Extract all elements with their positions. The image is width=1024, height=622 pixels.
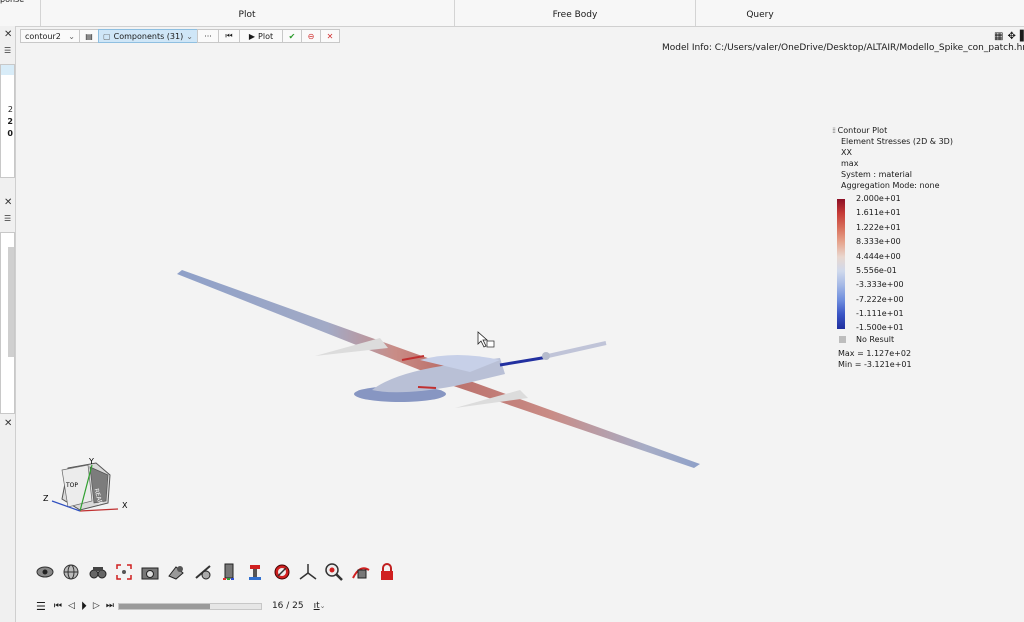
globe-icon[interactable] (62, 563, 80, 581)
chevron-down-icon[interactable]: ⌄ (320, 602, 326, 610)
menu-icon[interactable]: ☰ (36, 600, 46, 613)
legend-aggregation: Aggregation Mode: none (841, 181, 940, 190)
legend-result-type: Element Stresses (2D & 3D) (841, 137, 953, 146)
legend-swatch (837, 285, 845, 300)
legend-value: -1.500e+01 (856, 323, 904, 332)
vector-icon[interactable] (299, 563, 317, 581)
deformed-icon[interactable] (273, 563, 291, 581)
legend-swatch (837, 270, 845, 286)
legend-value: -7.222e+00 (856, 295, 904, 304)
frame-counter: 16 / 25 (271, 601, 304, 611)
x-axis-line (79, 508, 119, 512)
legend-value: 4.444e+00 (856, 252, 901, 261)
legend-swatch (837, 199, 845, 214)
previous-frame-icon[interactable]: ◁ (68, 601, 75, 611)
spike-joint (542, 352, 550, 360)
color-legend-icon[interactable] (220, 563, 238, 581)
legend-min: Min = -3.121e+01 (838, 360, 912, 369)
legend-color-scale (837, 199, 845, 329)
legend-swatch (837, 242, 845, 257)
y-axis-label: Y (88, 457, 94, 466)
animation-progress-fill (118, 603, 210, 609)
no-result-label: No Result (856, 335, 895, 344)
legend-swatch (837, 227, 845, 243)
z-axis-label: Z (43, 494, 49, 503)
binoculars-icon[interactable] (89, 563, 107, 581)
no-result-swatch (839, 336, 846, 343)
mouse-cursor (477, 331, 495, 348)
contour-legend[interactable]: ⁞⁞ Contour Plot Element Stresses (2D & 3… (832, 125, 1012, 369)
tracing-icon[interactable] (351, 563, 370, 581)
play-button-icon[interactable]: ⏵ (81, 599, 87, 614)
drag-handle-icon[interactable]: ⁞⁞ (832, 126, 836, 135)
legend-value: 5.556e-01 (856, 266, 897, 275)
legend-swatch (837, 256, 845, 271)
legend-value: -1.111e+01 (856, 309, 904, 318)
lock-icon[interactable] (378, 563, 396, 581)
next-frame-icon[interactable]: ▷ (93, 601, 100, 611)
camera-icon[interactable] (141, 563, 159, 581)
legend-layer: max (841, 159, 859, 168)
legend-value: 1.222e+01 (856, 223, 901, 232)
legend-component: XX (841, 148, 852, 157)
legend-title-text: Contour Plot (837, 126, 888, 135)
stress-marker (417, 386, 437, 389)
legend-value: 1.611e+01 (856, 208, 901, 217)
nose-spike (547, 341, 607, 358)
legend-system: System : material (841, 170, 913, 179)
aircraft-model (177, 270, 700, 468)
visualization-icon[interactable] (36, 563, 54, 581)
legend-value: 2.000e+01 (856, 194, 901, 203)
contour-icon[interactable] (246, 563, 264, 581)
view-triad[interactable]: TOP REAR X Y Z (40, 455, 140, 525)
measure-icon[interactable] (194, 563, 212, 581)
zoom-icon[interactable] (325, 563, 344, 581)
last-frame-icon[interactable]: ⏭ (106, 601, 114, 611)
legend-max: Max = 1.127e+02 (838, 349, 912, 358)
tail-boom (499, 355, 549, 367)
left-wing (177, 270, 450, 378)
legend-swatch (837, 213, 845, 228)
legend-swatch (837, 314, 845, 329)
x-axis-label: X (122, 501, 128, 510)
section-icon[interactable] (167, 563, 185, 581)
fit-view-icon[interactable] (115, 563, 133, 581)
cube-top-label: TOP (65, 482, 78, 489)
right-wing (430, 372, 700, 468)
legend-title: ⁞⁞ Contour Plot (832, 125, 1012, 136)
animation-controls: ☰ ⏮ ◁ ⏵ ▷ ⏭ 16 / 25 ıt ⌄ (36, 598, 326, 614)
first-frame-icon[interactable]: ⏮ (54, 601, 62, 611)
animation-slider[interactable] (117, 602, 262, 610)
bottom-toolbar (36, 563, 404, 581)
legend-swatch (837, 299, 845, 315)
legend-value: 8.333e+00 (856, 237, 901, 246)
legend-value: -3.333e+00 (856, 280, 904, 289)
